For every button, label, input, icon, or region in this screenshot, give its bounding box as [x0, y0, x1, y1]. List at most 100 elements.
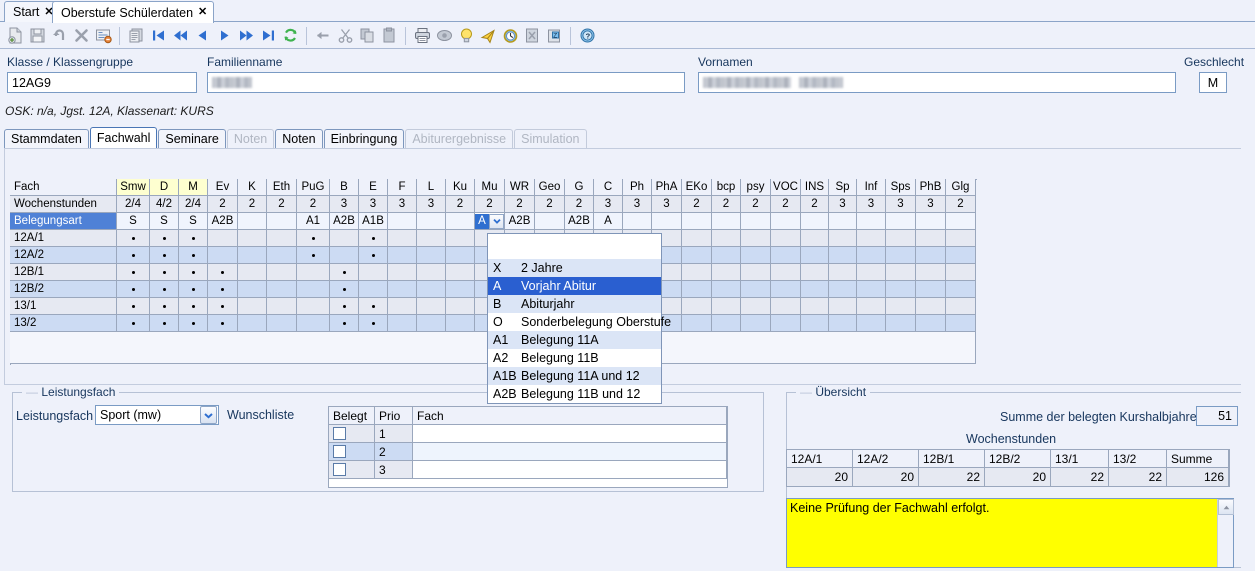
belegung-cell-12B-1-Sps[interactable]	[886, 264, 916, 281]
delete-icon[interactable]	[70, 25, 92, 47]
belegung-cell-12B-2-L[interactable]	[417, 281, 446, 298]
belegung-cell-13-1-Ev[interactable]	[208, 298, 238, 315]
belegungsart-cell-L[interactable]	[417, 213, 446, 230]
belegung-cell-12B-1-M[interactable]	[179, 264, 208, 281]
belegung-cell-12A-1-Ev[interactable]	[208, 230, 238, 247]
belegungsart-cell-F[interactable]	[388, 213, 417, 230]
belegung-cell-12B-1-F[interactable]	[388, 264, 417, 281]
belegung-cell-13-1-Smw[interactable]	[117, 298, 150, 315]
chevron-down-icon[interactable]	[200, 406, 217, 424]
belegung-cell-12A-2-bcp[interactable]	[712, 247, 741, 264]
wunschliste-fach-cell[interactable]	[413, 425, 727, 443]
belegung-cell-13-2-Smw[interactable]	[117, 315, 150, 332]
help-icon[interactable]: ?	[576, 25, 598, 47]
belegung-cell-12A-1-PhB[interactable]	[916, 230, 946, 247]
save-icon[interactable]	[26, 25, 48, 47]
wunschliste-belegt-checkbox-cell[interactable]	[329, 461, 375, 479]
belegungsart-cell-Ph[interactable]	[623, 213, 652, 230]
belegung-cell-13-2-K[interactable]	[238, 315, 267, 332]
belegung-cell-13-2-psy[interactable]	[741, 315, 771, 332]
grid-header-subject-INS[interactable]: INS	[801, 179, 829, 196]
cut-icon[interactable]	[334, 25, 356, 47]
belegung-cell-12A-1-PuG[interactable]	[297, 230, 330, 247]
belegung-cell-12A-2-Ku[interactable]	[446, 247, 475, 264]
edit-record-icon[interactable]	[92, 25, 114, 47]
belegung-cell-13-2-Glg[interactable]	[946, 315, 976, 332]
belegung-cell-12A-1-M[interactable]	[179, 230, 208, 247]
belegung-cell-12B-1-K[interactable]	[238, 264, 267, 281]
belegung-cell-12A-2-M[interactable]	[179, 247, 208, 264]
checkbox-icon[interactable]	[333, 463, 346, 476]
belegungsart-cell-PhA[interactable]	[652, 213, 682, 230]
grid-header-subject-Ku[interactable]: Ku	[446, 179, 475, 196]
belegungsart-cell-Geo[interactable]	[535, 213, 565, 230]
belegung-cell-12B-2-Sp[interactable]	[829, 281, 857, 298]
belegung-cell-12A-1-K[interactable]	[238, 230, 267, 247]
belegung-cell-12A-1-VOC[interactable]	[771, 230, 801, 247]
belegung-cell-13-2-B[interactable]	[330, 315, 359, 332]
belegung-cell-12B-2-Eth[interactable]	[267, 281, 297, 298]
belegung-cell-12B-1-Inf[interactable]	[857, 264, 886, 281]
belegung-cell-13-2-VOC[interactable]	[771, 315, 801, 332]
belegungsart-cell-C[interactable]: A	[594, 213, 623, 230]
belegung-cell-12B-1-psy[interactable]	[741, 264, 771, 281]
belegung-cell-12B-2-PuG[interactable]	[297, 281, 330, 298]
belegungsart-cell-Sp[interactable]	[829, 213, 857, 230]
belegungsart-cell-Inf[interactable]	[857, 213, 886, 230]
belegung-cell-12A-1-D[interactable]	[150, 230, 179, 247]
belegungsart-cell-G[interactable]: A2B	[565, 213, 594, 230]
belegung-cell-12B-2-VOC[interactable]	[771, 281, 801, 298]
belegung-cell-12A-1-psy[interactable]	[741, 230, 771, 247]
preview-icon[interactable]	[433, 25, 455, 47]
notice-scrollbar[interactable]	[1217, 499, 1234, 567]
belegung-cell-12A-2-B[interactable]	[330, 247, 359, 264]
belegungsart-cell-Smw[interactable]: S	[117, 213, 150, 230]
grid-header-subject-Eth[interactable]: Eth	[267, 179, 297, 196]
belegung-cell-12A-1-E[interactable]	[359, 230, 388, 247]
window-tab-oberstufe-schuelerdaten[interactable]: Oberstufe Schülerdaten ✕	[52, 1, 215, 23]
wunschliste-table[interactable]: Belegt Prio Fach 1 2 3	[328, 406, 728, 488]
belegung-cell-12A-1-Inf[interactable]	[857, 230, 886, 247]
belegung-cell-12A-1-EKo[interactable]	[682, 230, 712, 247]
belegungsart-cell-bcp[interactable]	[712, 213, 741, 230]
belegung-cell-12B-1-Smw[interactable]	[117, 264, 150, 281]
belegung-cell-12B-1-D[interactable]	[150, 264, 179, 281]
wunschliste-fach-cell[interactable]	[413, 461, 727, 479]
scroll-up-icon[interactable]	[1218, 499, 1234, 515]
belegungsart-cell-EKo[interactable]	[682, 213, 712, 230]
belegungsart-cell-Sps[interactable]	[886, 213, 916, 230]
belegung-cell-12A-2-PuG[interactable]	[297, 247, 330, 264]
belegung-cell-13-1-Eth[interactable]	[267, 298, 297, 315]
grid-header-subject-G[interactable]: G	[565, 179, 594, 196]
wunschliste-row[interactable]: 3	[329, 461, 727, 479]
belegung-cell-13-2-Inf[interactable]	[857, 315, 886, 332]
checkbox-icon[interactable]	[333, 427, 346, 440]
grid-header-subject-Sps[interactable]: Sps	[886, 179, 916, 196]
previous-record-icon[interactable]	[191, 25, 213, 47]
belegung-cell-12B-1-Glg[interactable]	[946, 264, 976, 281]
belegung-cell-12B-1-Eth[interactable]	[267, 264, 297, 281]
belegung-cell-13-1-psy[interactable]	[741, 298, 771, 315]
belegung-cell-13-1-Sps[interactable]	[886, 298, 916, 315]
belegung-cell-12A-2-L[interactable]	[417, 247, 446, 264]
refresh-icon[interactable]	[279, 25, 301, 47]
belegung-cell-12A-2-Sp[interactable]	[829, 247, 857, 264]
grid-header-subject-L[interactable]: L	[417, 179, 446, 196]
belegung-cell-12A-2-PhB[interactable]	[916, 247, 946, 264]
grid-header-subject-Ph[interactable]: Ph	[623, 179, 652, 196]
belegung-cell-12B-2-psy[interactable]	[741, 281, 771, 298]
belegung-cell-13-2-M[interactable]	[179, 315, 208, 332]
grid-wochenstunden-row[interactable]: Wochenstunden 2/4 4/2 2/4 2 2 2 2 3 3 3 3 2 2 2 2 2 3 3 3 2 2…	[10, 196, 976, 213]
wunschliste-belegt-checkbox-cell[interactable]	[329, 425, 375, 443]
belegung-cell-13-1-Sp[interactable]	[829, 298, 857, 315]
belegung-cell-12B-2-PhB[interactable]	[916, 281, 946, 298]
belegung-cell-12B-2-Ev[interactable]	[208, 281, 238, 298]
grid-header-subject-B[interactable]: B	[330, 179, 359, 196]
belegung-cell-13-1-PuG[interactable]	[297, 298, 330, 315]
belegung-cell-12B-1-Sp[interactable]	[829, 264, 857, 281]
belegung-cell-12B-2-F[interactable]	[388, 281, 417, 298]
previous-page-icon[interactable]	[169, 25, 191, 47]
belegung-cell-13-2-L[interactable]	[417, 315, 446, 332]
belegung-cell-12A-2-VOC[interactable]	[771, 247, 801, 264]
belegungsart-cell-INS[interactable]	[801, 213, 829, 230]
